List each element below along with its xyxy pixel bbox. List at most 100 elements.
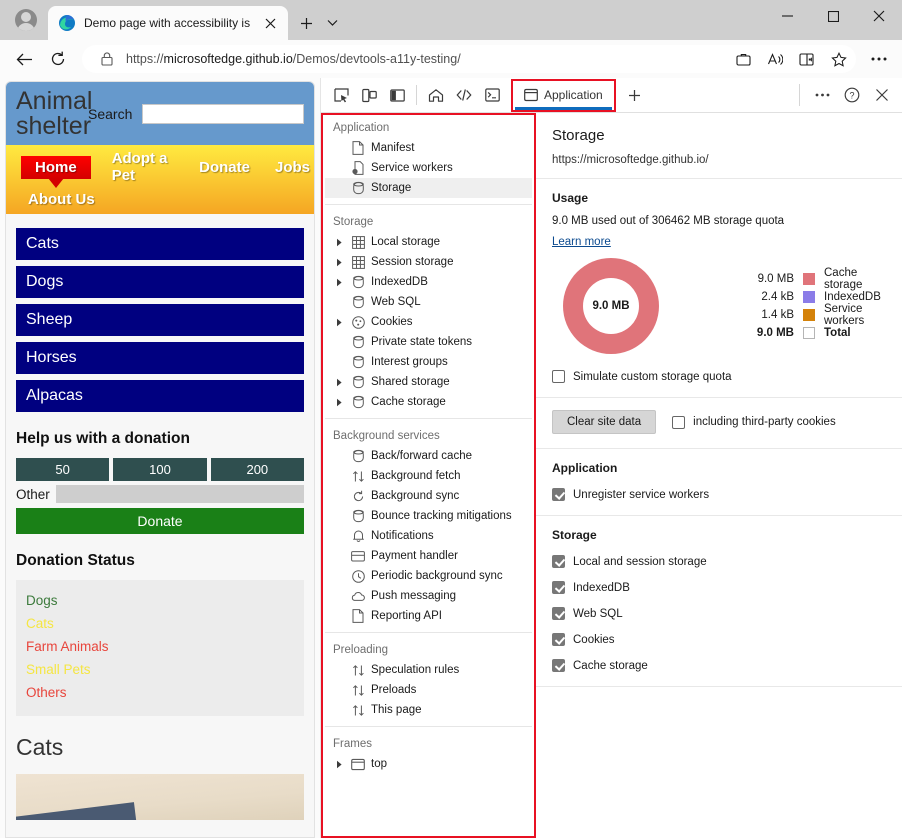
chevron-right-icon[interactable] bbox=[333, 318, 345, 327]
sidebar-item-speculation-rules[interactable]: Speculation rules bbox=[325, 660, 532, 680]
profile-button[interactable] bbox=[8, 2, 44, 38]
animal-category-sheep[interactable]: Sheep bbox=[16, 304, 304, 336]
local-session-storage-checkbox[interactable] bbox=[552, 555, 565, 568]
sidebar-item-service-workers[interactable]: Service workers bbox=[325, 158, 532, 178]
donation-other-input[interactable] bbox=[56, 485, 304, 503]
chevron-right-icon[interactable] bbox=[333, 278, 345, 287]
favorites-star-icon[interactable] bbox=[826, 46, 852, 72]
animal-category-dogs[interactable]: Dogs bbox=[16, 266, 304, 298]
sidebar-item-manifest[interactable]: Manifest bbox=[325, 138, 532, 158]
sidebar-item-background-sync[interactable]: Background sync bbox=[325, 486, 532, 506]
animal-category-alpacas[interactable]: Alpacas bbox=[16, 380, 304, 412]
minimize-button[interactable] bbox=[764, 0, 810, 32]
sidebar-item-notifications[interactable]: Notifications bbox=[325, 526, 532, 546]
browser-tab[interactable]: Demo page with accessibility issu bbox=[48, 6, 288, 40]
sidebar-item-reporting-api[interactable]: Reporting API bbox=[325, 606, 532, 626]
immersive-reader-icon[interactable] bbox=[794, 46, 820, 72]
sidebar-item-storage[interactable]: Storage bbox=[325, 178, 532, 198]
chevron-right-icon[interactable] bbox=[333, 760, 345, 769]
web-sql-checkbox[interactable] bbox=[552, 607, 565, 620]
device-emulation-icon[interactable] bbox=[355, 81, 383, 109]
chevron-right-icon[interactable] bbox=[333, 258, 345, 267]
window-titlebar: Demo page with accessibility issu bbox=[0, 0, 902, 40]
dock-side-icon[interactable] bbox=[383, 81, 411, 109]
close-window-button[interactable] bbox=[856, 0, 902, 32]
sidebar-item-preloads[interactable]: Preloads bbox=[325, 680, 532, 700]
browser-settings-more-icon[interactable] bbox=[864, 44, 894, 74]
indexeddb-checkbox[interactable] bbox=[552, 581, 565, 594]
option-indexeddb[interactable]: IndexedDB bbox=[552, 581, 886, 594]
back-button[interactable] bbox=[8, 44, 40, 74]
omnibox[interactable]: https://microsoftedge.github.io/Demos/de… bbox=[82, 45, 856, 73]
animal-category-cats[interactable]: Cats bbox=[16, 228, 304, 260]
donation-amount-200[interactable]: 200 bbox=[211, 458, 304, 481]
elements-code-icon[interactable] bbox=[450, 81, 478, 109]
sidebar-item-cache-storage[interactable]: Cache storage bbox=[325, 392, 532, 412]
sidebar-item-label: Notifications bbox=[371, 530, 434, 542]
maximize-button[interactable] bbox=[810, 0, 856, 32]
new-tab-icon[interactable] bbox=[294, 11, 318, 35]
page-card: Animal shelter Search Home Adopt a Pet D… bbox=[5, 81, 315, 838]
sidebar-item-label: Background fetch bbox=[371, 470, 461, 482]
read-aloud-icon[interactable] bbox=[762, 46, 788, 72]
sidebar-item-interest-groups[interactable]: Interest groups bbox=[325, 352, 532, 372]
sidebar-item-periodic-background-sync[interactable]: Periodic background sync bbox=[325, 566, 532, 586]
legend-total-label: Total bbox=[824, 327, 851, 339]
option-cookies[interactable]: Cookies bbox=[552, 633, 886, 646]
nav-item-jobs[interactable]: Jobs bbox=[271, 157, 314, 178]
donation-amount-100[interactable]: 100 bbox=[113, 458, 206, 481]
option-cache-storage[interactable]: Cache storage bbox=[552, 659, 886, 672]
clear-site-data-button[interactable]: Clear site data bbox=[552, 410, 656, 434]
nav-item-donate[interactable]: Donate bbox=[195, 157, 254, 178]
collections-icon[interactable] bbox=[730, 46, 756, 72]
third-party-cookies-checkbox[interactable] bbox=[672, 416, 685, 429]
simulate-quota-row[interactable]: Simulate custom storage quota bbox=[552, 370, 886, 383]
nav-item-home[interactable]: Home bbox=[21, 156, 91, 179]
sidebar-item-private-state-tokens[interactable]: Private state tokens bbox=[325, 332, 532, 352]
chevron-right-icon[interactable] bbox=[333, 398, 345, 407]
devtools-more-icon[interactable] bbox=[808, 81, 836, 109]
sidebar-item-local-storage[interactable]: Local storage bbox=[325, 232, 532, 252]
donation-amount-50[interactable]: 50 bbox=[16, 458, 109, 481]
donut-chart: 9.0 MB bbox=[552, 256, 670, 356]
sidebar-item-web-sql[interactable]: Web SQL bbox=[325, 292, 532, 312]
close-icon[interactable] bbox=[258, 11, 282, 35]
donate-button[interactable]: Donate bbox=[16, 508, 304, 534]
tab-application[interactable]: Application bbox=[513, 81, 614, 110]
nav-item-about-us[interactable]: About Us bbox=[24, 189, 99, 210]
learn-more-link[interactable]: Learn more bbox=[552, 236, 611, 248]
chevron-right-icon[interactable] bbox=[333, 378, 345, 387]
sidebar-item-session-storage[interactable]: Session storage bbox=[325, 252, 532, 272]
sidebar-item-indexeddb[interactable]: IndexedDB bbox=[325, 272, 532, 292]
status-item-cats: Cats bbox=[26, 612, 294, 635]
animal-category-horses[interactable]: Horses bbox=[16, 342, 304, 374]
home-icon[interactable] bbox=[422, 81, 450, 109]
console-icon[interactable] bbox=[478, 81, 506, 109]
chevron-right-icon[interactable] bbox=[333, 238, 345, 247]
simulate-quota-checkbox[interactable] bbox=[552, 370, 565, 383]
sidebar-item-push-messaging[interactable]: Push messaging bbox=[325, 586, 532, 606]
option-web-sql[interactable]: Web SQL bbox=[552, 607, 886, 620]
cookies-checkbox[interactable] bbox=[552, 633, 565, 646]
sidebar-item-bounce-tracking-mitigations[interactable]: Bounce tracking mitigations bbox=[325, 506, 532, 526]
reload-button[interactable] bbox=[42, 44, 74, 74]
sidebar-item-payment-handler[interactable]: Payment handler bbox=[325, 546, 532, 566]
nav-item-adopt-a-pet[interactable]: Adopt a Pet bbox=[108, 148, 178, 186]
option-unregister-service-workers[interactable]: Unregister service workers bbox=[552, 488, 886, 501]
status-item-dogs: Dogs bbox=[26, 589, 294, 612]
search-input[interactable] bbox=[142, 104, 304, 124]
chevron-down-icon[interactable] bbox=[320, 11, 344, 35]
sidebar-item-back-forward-cache[interactable]: Back/forward cache bbox=[325, 446, 532, 466]
close-devtools-icon[interactable] bbox=[868, 81, 896, 109]
sidebar-item-this-page[interactable]: This page bbox=[325, 700, 532, 720]
sidebar-item-top-frame[interactable]: top bbox=[325, 754, 532, 774]
sidebar-item-shared-storage[interactable]: Shared storage bbox=[325, 372, 532, 392]
sidebar-item-background-fetch[interactable]: Background fetch bbox=[325, 466, 532, 486]
unregister-service-workers-checkbox[interactable] bbox=[552, 488, 565, 501]
inspect-element-icon[interactable] bbox=[327, 81, 355, 109]
cache-storage-checkbox[interactable] bbox=[552, 659, 565, 672]
add-panel-icon[interactable] bbox=[622, 82, 648, 108]
option-local-and-session-storage[interactable]: Local and session storage bbox=[552, 555, 886, 568]
help-icon[interactable]: ? bbox=[838, 81, 866, 109]
sidebar-item-cookies[interactable]: Cookies bbox=[325, 312, 532, 332]
